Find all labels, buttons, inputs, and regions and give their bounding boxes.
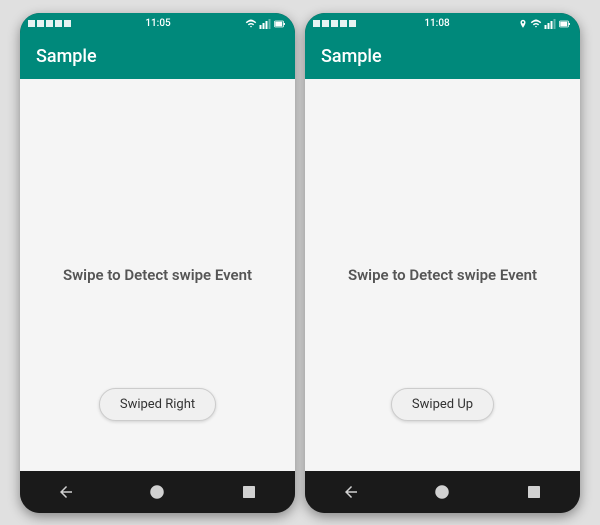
home-button-right[interactable] <box>433 483 451 501</box>
sys-icons-left <box>245 18 287 30</box>
app-bar-right: Sample <box>305 35 580 79</box>
status-time-right: 11:08 <box>424 18 449 29</box>
signal-icon-left <box>259 18 271 30</box>
phone-right: 11:08 <box>305 13 580 513</box>
wifi-icon-left <box>245 18 257 30</box>
back-button-left[interactable] <box>57 483 75 501</box>
recent-button-left[interactable] <box>240 483 258 501</box>
swipe-result-right: Swiped Up <box>391 388 494 421</box>
recent-icon-right <box>525 483 543 501</box>
swipe-instruction-left: Swipe to Detect swipe Event <box>43 266 272 284</box>
home-icon-right <box>433 483 451 501</box>
recent-button-right[interactable] <box>525 483 543 501</box>
status-bar-right: 11:08 <box>305 13 580 35</box>
battery-icon-right <box>558 18 572 30</box>
battery-icon-left <box>273 18 287 30</box>
status-time-left: 11:05 <box>145 18 170 29</box>
notif-icon-1 <box>28 20 35 27</box>
recent-icon-left <box>240 483 258 501</box>
nav-bar-left <box>20 471 295 513</box>
notification-icons-right <box>313 20 356 27</box>
back-icon-left <box>57 483 75 501</box>
back-button-right[interactable] <box>342 483 360 501</box>
app-title-right: Sample <box>321 46 382 67</box>
notification-icons-left <box>28 20 71 27</box>
app-bar-left: Sample <box>20 35 295 79</box>
app-title-left: Sample <box>36 46 97 67</box>
phone-comparison: 11:05 <box>20 13 580 513</box>
notif-icon-r3 <box>331 20 338 27</box>
swipe-instruction-right: Swipe to Detect swipe Event <box>328 266 557 284</box>
location-icon-right <box>518 18 528 30</box>
notif-icon-3 <box>46 20 53 27</box>
app-content-right[interactable]: Swipe to Detect swipe Event Swiped Up <box>305 79 580 471</box>
notif-icon-r4 <box>340 20 347 27</box>
status-bar-left: 11:05 <box>20 13 295 35</box>
nav-bar-right <box>305 471 580 513</box>
wifi-icon-right <box>530 18 542 30</box>
home-icon-left <box>148 483 166 501</box>
notif-icon-2 <box>37 20 44 27</box>
sys-icons-right <box>518 18 572 30</box>
notif-icon-r1 <box>313 20 320 27</box>
phone-left: 11:05 <box>20 13 295 513</box>
notif-icon-r2 <box>322 20 329 27</box>
back-icon-right <box>342 483 360 501</box>
app-content-left[interactable]: Swipe to Detect swipe Event Swiped Right <box>20 79 295 471</box>
notif-icon-5 <box>64 20 71 27</box>
signal-icon-right <box>544 18 556 30</box>
notif-icon-r5 <box>349 20 356 27</box>
notif-icon-4 <box>55 20 62 27</box>
home-button-left[interactable] <box>148 483 166 501</box>
swipe-result-left: Swiped Right <box>99 388 216 421</box>
